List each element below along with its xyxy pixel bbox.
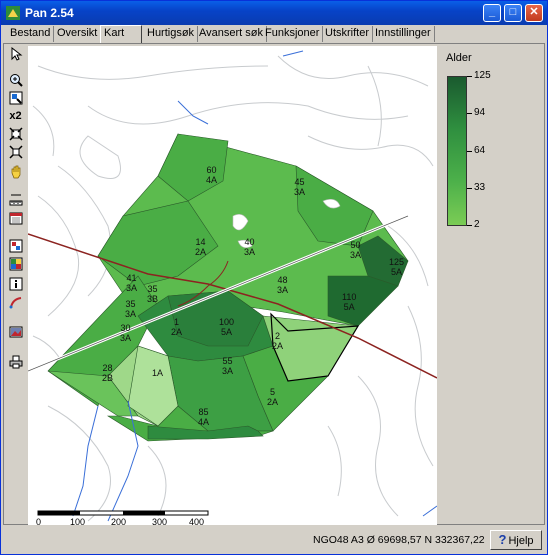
help-button[interactable]: ? Hjelp (490, 530, 542, 550)
tab-oversikt[interactable]: Oversikt (54, 26, 102, 42)
stand-label[interactable]: 55 3A (222, 356, 233, 376)
tab-avansert-sok[interactable]: Avansert søk (196, 26, 267, 42)
legend-tick (467, 225, 472, 226)
minimize-button[interactable]: _ (483, 4, 501, 22)
stand-label[interactable]: 41 3A (126, 273, 137, 293)
stand-label[interactable]: 125 5A (389, 257, 404, 277)
zoom-extent-tool[interactable] (7, 126, 24, 142)
zoom-x2-tool[interactable]: x2 (7, 108, 24, 124)
zoom-in-tool[interactable] (7, 72, 24, 88)
info-icon (9, 277, 22, 291)
legend-tick (467, 113, 472, 114)
tab-utskrifter[interactable]: Utskrifter (322, 26, 373, 42)
tab-kart[interactable]: Kart (100, 25, 142, 43)
stand-label[interactable]: 100 5A (219, 317, 234, 337)
legend-tick (467, 151, 472, 152)
question-mark-icon: ? (498, 532, 507, 547)
legend-value: 64 (474, 145, 486, 156)
magnifier-plus-icon (9, 74, 23, 87)
title-bar: Pan 2.54 _ □ ✕ (1, 1, 547, 25)
stand-label[interactable]: 14 2A (195, 237, 206, 257)
photo-icon (9, 326, 22, 338)
forest-stands (47, 133, 409, 442)
legend-title: Alder (446, 52, 472, 64)
scale-label: 300 (152, 517, 168, 525)
pan-tool[interactable] (7, 164, 24, 180)
arrow-pointer-icon (11, 47, 22, 61)
legend-value: 94 (474, 107, 486, 118)
layers-tool[interactable] (7, 238, 24, 254)
stand-label[interactable]: 1 2A (171, 317, 182, 337)
stand-label[interactable]: 35 3A (125, 299, 136, 319)
stand-label[interactable]: 2 2A (272, 331, 283, 351)
layers-icon (9, 239, 22, 253)
info-tool[interactable] (7, 276, 24, 292)
legend-tick (467, 188, 472, 189)
hand-icon (11, 165, 20, 179)
tab-hurtigsok[interactable]: Hurtigsøk (144, 26, 199, 42)
zoom-out-icon (8, 145, 23, 159)
legend-tick (467, 76, 472, 77)
x2-text-icon: x2 (9, 110, 22, 122)
measure-tool[interactable] (7, 192, 24, 208)
pen-icon (9, 297, 21, 309)
pointer-tool[interactable] (7, 46, 24, 62)
stand-label[interactable]: 28 2B (102, 363, 113, 383)
help-label: Hjelp (508, 535, 534, 547)
printer-icon (9, 355, 22, 369)
stand-label[interactable]: 35 3B (147, 284, 158, 304)
window-title: Pan 2.54 (25, 6, 74, 20)
ruler-icon (9, 194, 22, 206)
photo-tool[interactable] (7, 324, 24, 340)
legend-value: 125 (474, 70, 491, 81)
calendar-tool[interactable] (7, 210, 24, 226)
zoom-window-icon (9, 91, 22, 105)
stand-label[interactable]: 50 3A (350, 240, 361, 260)
scale-label: 400 (189, 517, 205, 525)
stand-label[interactable]: 30 3A (120, 323, 131, 343)
stand-label[interactable]: 40 3A (244, 237, 255, 257)
map-canvas[interactable]: 60 4A 45 3A 14 2A 40 3A 50 3A 125 5A 41 3A 35 3B… (28, 46, 437, 525)
stand-label[interactable]: 5 2A (267, 387, 278, 407)
coordinate-readout: NGO48 A3 Ø 69698,57 N 332367,22 (313, 534, 485, 546)
scale-bar (37, 510, 209, 516)
age-legend: Alder 125 94 64 33 2 (441, 46, 541, 246)
tab-bestand[interactable]: Bestand (7, 26, 55, 42)
grid-tool[interactable] (7, 256, 24, 272)
legend-color-ramp (447, 76, 467, 226)
grid-icon (9, 257, 22, 271)
zoom-out-tool[interactable] (7, 144, 24, 160)
map-graphic (28, 50, 437, 522)
stand-label[interactable]: 45 3A (294, 177, 305, 197)
stand-label[interactable]: 60 4A (206, 165, 217, 185)
stand-label[interactable]: 48 3A (277, 275, 288, 295)
scale-label: 0 (36, 517, 42, 525)
legend-value: 33 (474, 182, 486, 193)
scale-label: 200 (111, 517, 127, 525)
maximize-button[interactable]: □ (504, 4, 522, 22)
close-button[interactable]: ✕ (525, 4, 543, 22)
stand-label[interactable]: 1A (152, 368, 163, 378)
legend-value: 2 (474, 219, 480, 230)
stand-label[interactable]: 110 5A (342, 292, 356, 312)
zoom-extent-icon (8, 127, 23, 141)
draw-tool[interactable] (7, 294, 24, 310)
tab-funksjoner[interactable]: Funksjoner (262, 26, 324, 42)
app-window: Pan 2.54 _ □ ✕ Bestand Oversikt Kart Hur… (0, 0, 548, 555)
status-bar: NGO48 A3 Ø 69698,57 N 332367,22 ? Hjelp (3, 528, 545, 552)
tab-strip: Bestand Oversikt Kart Hurtigsøk Avansert… (5, 25, 545, 43)
zoom-window-tool[interactable] (7, 90, 24, 106)
print-tool[interactable] (7, 354, 24, 370)
scale-label: 100 (70, 517, 86, 525)
stand-label[interactable]: 85 4A (198, 407, 209, 427)
calendar-icon (9, 212, 22, 225)
tab-innstillinger[interactable]: Innstillinger (372, 26, 435, 42)
app-icon (6, 6, 20, 20)
